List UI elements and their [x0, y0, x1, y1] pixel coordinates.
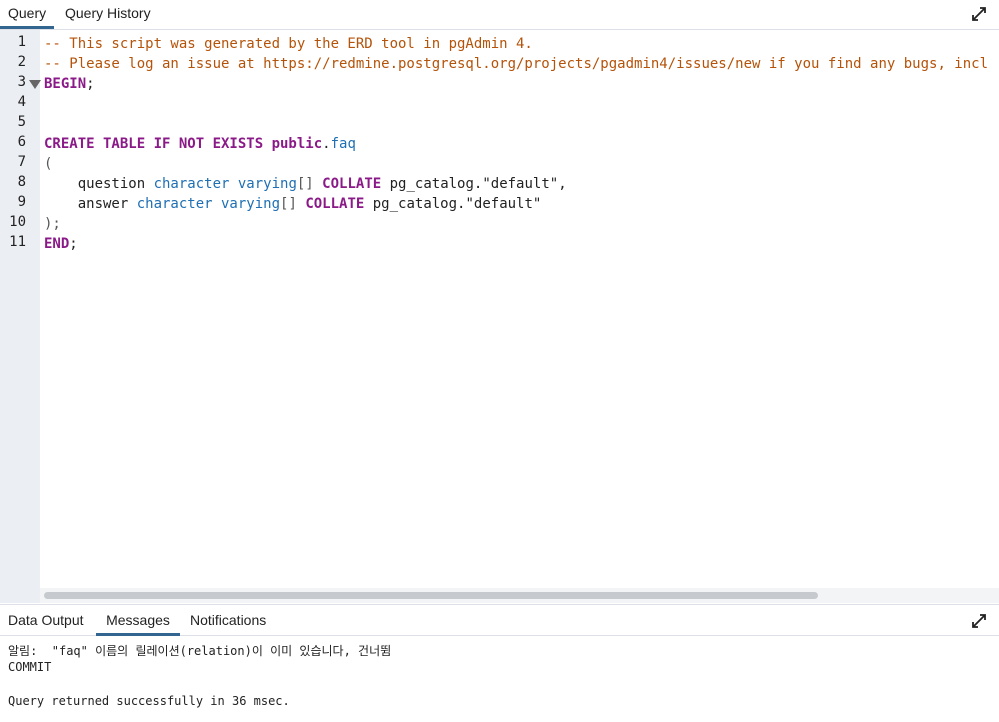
keyword: COLLATE — [305, 196, 365, 212]
output-tab-bar: Data Output Messages Notifications — [0, 604, 999, 636]
fold-marker-icon[interactable] — [29, 80, 41, 89]
line-number: 9 — [17, 194, 26, 210]
type-name: character varying — [136, 196, 281, 212]
punct: ; — [86, 76, 95, 92]
punct: . — [322, 136, 331, 152]
code-area[interactable]: -- This script was generated by the ERD … — [44, 30, 999, 590]
horizontal-scrollbar[interactable] — [40, 588, 999, 603]
type-name: character varying — [153, 176, 297, 192]
line-number: 6 — [17, 134, 26, 150]
tab-messages[interactable]: Messages — [96, 607, 180, 636]
code-line-comment: -- Please log an issue at https://redmin… — [44, 56, 989, 72]
keyword: COLLATE — [322, 176, 382, 192]
line-number: 5 — [17, 114, 26, 130]
line-number: 11 — [9, 234, 26, 250]
sql-editor[interactable]: 1 2 3 4 5 6 7 8 9 10 11 -- This script w… — [0, 30, 999, 603]
line-number: 1 — [17, 34, 26, 50]
code-line-create: CREATE TABLE IF NOT EXISTS public.faq — [44, 134, 356, 154]
code-line-open-paren: ( — [44, 156, 53, 172]
collation: pg_catalog."default" — [364, 196, 542, 212]
line-number-gutter: 1 2 3 4 5 6 7 8 9 10 11 — [0, 30, 41, 603]
line-number: 4 — [17, 94, 26, 110]
expand-icon[interactable] — [971, 6, 987, 22]
scrollbar-thumb[interactable] — [44, 592, 818, 599]
keyword: END — [44, 236, 70, 252]
tab-data-output[interactable]: Data Output — [0, 607, 92, 634]
expand-icon[interactable] — [971, 613, 987, 629]
column-name: answer — [44, 196, 137, 212]
line-number: 7 — [17, 154, 26, 170]
notice-message: 알림: "faq" 이름의 릴레이션(relation)이 이미 있습니다, 건… — [8, 644, 392, 658]
collation: pg_catalog."default", — [381, 176, 567, 192]
commit-message: COMMIT — [8, 660, 52, 674]
punct: [] — [280, 196, 306, 212]
column-name: question — [44, 176, 154, 192]
keyword: BEGIN — [44, 76, 87, 92]
code-line-column-question: question character varying[] COLLATE pg_… — [44, 174, 567, 194]
punct: [] — [296, 176, 323, 192]
tab-query-history[interactable]: Query History — [57, 0, 159, 27]
code-line-end: END; — [44, 234, 78, 254]
code-line-column-answer: answer character varying[] COLLATE pg_ca… — [44, 194, 542, 214]
query-tab-bar: Query Query History — [0, 0, 999, 30]
punct: ; — [69, 236, 78, 252]
line-number: 8 — [17, 174, 26, 190]
code-line-comment: -- This script was generated by the ERD … — [44, 36, 533, 52]
code-line-begin: BEGIN; — [44, 74, 95, 94]
code-line-close-paren: ); — [44, 216, 61, 232]
table-name: faq — [330, 136, 356, 152]
tab-query[interactable]: Query — [0, 0, 55, 29]
result-message: Query returned successfully in 36 msec. — [8, 694, 290, 708]
tab-notifications[interactable]: Notifications — [182, 607, 274, 634]
keyword: CREATE TABLE IF NOT EXISTS public — [44, 136, 323, 152]
line-number: 3 — [17, 74, 26, 90]
line-number: 2 — [17, 54, 26, 70]
line-number: 10 — [9, 214, 26, 230]
